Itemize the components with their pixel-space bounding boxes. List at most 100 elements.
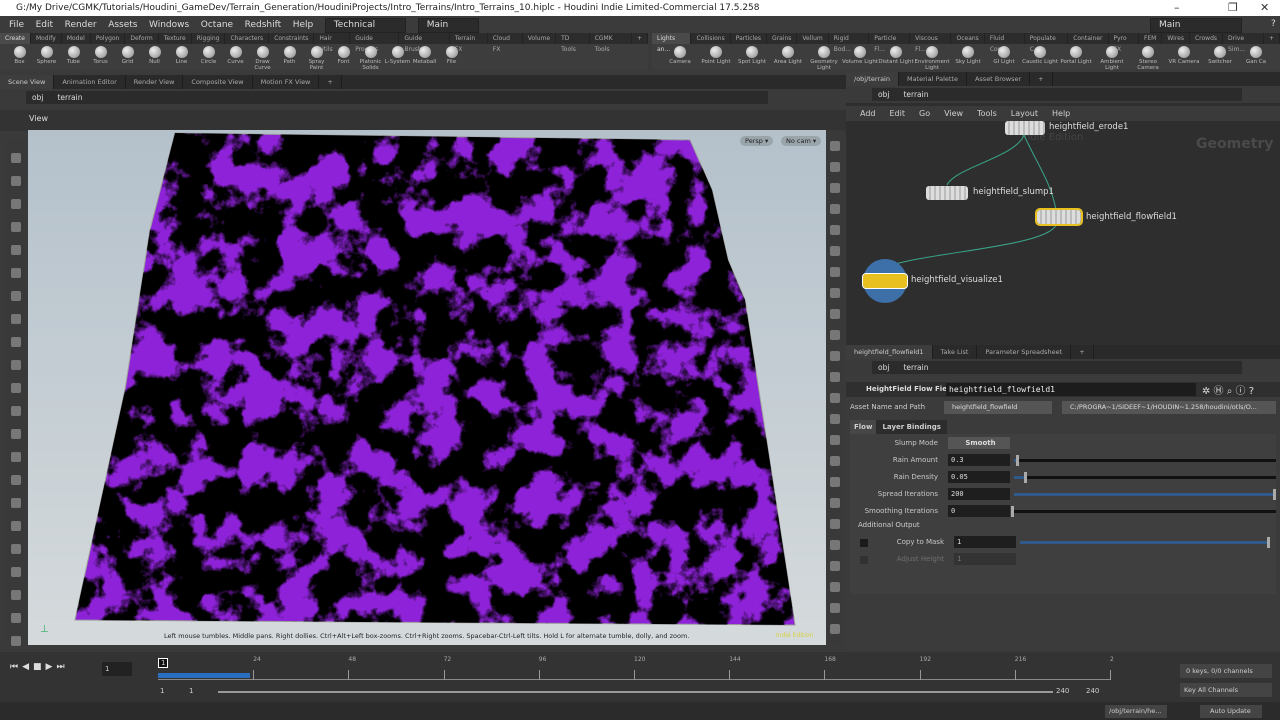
tool-spot-light[interactable]: Spot Light xyxy=(734,44,770,65)
tool-icon[interactable] xyxy=(11,406,21,416)
tool-icon[interactable] xyxy=(11,636,21,646)
tool-icon[interactable] xyxy=(11,613,21,623)
smoothing-iterations-slider[interactable] xyxy=(1011,506,1276,517)
desktop-main-select[interactable]: Main xyxy=(417,18,480,33)
playback-controls[interactable]: ⏮◀■▶⏭ xyxy=(10,662,69,672)
tool-gi-light[interactable]: GI Light xyxy=(986,44,1022,65)
tab-fem[interactable]: FEM xyxy=(1139,33,1163,44)
tool-draw-curve[interactable]: Draw Curve xyxy=(249,44,276,71)
tab-polygon[interactable]: Polygon xyxy=(91,33,126,44)
tool-icon[interactable] xyxy=(11,176,21,186)
persp-menu[interactable]: Persp ▾ xyxy=(740,136,774,146)
tool-icon[interactable] xyxy=(830,477,840,487)
tool-icon[interactable] xyxy=(830,183,840,193)
tool-environment-light[interactable]: Environment Light xyxy=(914,44,950,71)
camera-menu[interactable]: No cam ▾ xyxy=(781,136,822,146)
tab-volume[interactable]: Volume xyxy=(523,33,557,44)
tab-particles[interactable]: Particles xyxy=(731,33,768,44)
tool-icon[interactable] xyxy=(830,246,840,256)
node-heightfield-slump1[interactable] xyxy=(926,186,968,200)
tool-portal-light[interactable]: Portal Light xyxy=(1058,44,1094,65)
tab-rigid-bod-[interactable]: Rigid Bod... xyxy=(829,33,870,53)
desktop-select[interactable]: Technical xyxy=(324,18,407,33)
tool-torus[interactable]: Torus xyxy=(87,44,114,65)
tab-heightfield-flowfield1[interactable]: heightfield_flowfield1 xyxy=(846,345,933,359)
tool-icon[interactable] xyxy=(11,544,21,554)
tool-curve[interactable]: Curve xyxy=(222,44,249,65)
tool-icon[interactable] xyxy=(830,330,840,340)
rain-density-slider[interactable] xyxy=(1014,472,1276,483)
tool-platonic-solids[interactable]: Platonic Solids xyxy=(357,44,384,71)
tool-icon[interactable] xyxy=(11,153,21,163)
tab-container[interactable]: Container xyxy=(1068,33,1109,44)
copy-to-mask-field[interactable]: 1 xyxy=(954,536,1016,548)
tool-font[interactable]: Font xyxy=(330,44,357,65)
tab-td-tools[interactable]: TD Tools xyxy=(556,33,590,53)
path-terrain[interactable]: terrain xyxy=(903,363,928,372)
tool-tube[interactable]: Tube xyxy=(60,44,87,65)
tab-terrain-fx[interactable]: Terrain FX xyxy=(450,33,488,53)
tool-icon[interactable] xyxy=(830,225,840,235)
tool-icon[interactable] xyxy=(830,372,840,382)
tool-distant-light[interactable]: Distant Light xyxy=(878,44,914,65)
tool-stereo-camera[interactable]: Stereo Camera xyxy=(1130,44,1166,71)
tab-flow[interactable]: Flow xyxy=(850,420,877,434)
rain-amount-slider[interactable] xyxy=(1014,455,1276,466)
smoothing-iterations-field[interactable]: 0 xyxy=(948,505,1010,517)
tool-icon[interactable] xyxy=(11,314,21,324)
node-heightfield-erode1[interactable] xyxy=(1005,121,1045,135)
tab-create[interactable]: Create xyxy=(0,33,31,44)
tab-grains[interactable]: Grains xyxy=(767,33,798,44)
menu-assets[interactable]: Assets xyxy=(108,20,137,30)
tool-ambient-light[interactable]: Ambient Light xyxy=(1094,44,1130,71)
slump-mode-select[interactable]: Smooth xyxy=(948,437,1010,449)
tool-vr-camera[interactable]: VR Camera xyxy=(1166,44,1202,65)
timeline-scrubber[interactable]: 1 24 48 72 96 120 144 168 192 216 2 xyxy=(158,656,1114,680)
key-all-channels-button[interactable]: Key All Channels xyxy=(1180,683,1272,697)
desktop-right-select[interactable]: Main xyxy=(1150,18,1242,33)
tool-camera[interactable]: Camera xyxy=(662,44,698,65)
tool-icon[interactable] xyxy=(11,222,21,232)
tab-wires[interactable]: Wires xyxy=(1162,33,1190,44)
scene-path-bar[interactable]: obj terrain xyxy=(26,91,768,104)
tool-icon[interactable] xyxy=(830,624,840,634)
tab--[interactable]: + xyxy=(319,75,342,89)
tool-l-system[interactable]: L-System xyxy=(384,44,411,65)
tool-icon[interactable] xyxy=(830,309,840,319)
tool-icon[interactable] xyxy=(11,567,21,577)
tab-pyro-fx[interactable]: Pyro FX xyxy=(1109,33,1139,53)
tab-populate-c-[interactable]: Populate C... xyxy=(1025,33,1069,53)
tool-icon[interactable] xyxy=(11,268,21,278)
tool-icon[interactable] xyxy=(11,498,21,508)
node-name-field[interactable]: heightfield_flowfield1 xyxy=(946,383,1196,396)
spread-iterations-field[interactable]: 200 xyxy=(948,488,1010,500)
playhead[interactable]: 1 xyxy=(158,658,169,668)
tool-caustic-light[interactable]: Caustic Light xyxy=(1022,44,1058,65)
param-path-bar[interactable]: obj terrain xyxy=(872,361,1242,374)
tool-sphere[interactable]: Sphere xyxy=(33,44,60,65)
asset-path-select[interactable]: C:/PROGRA~1/SIDEEF~1/HOUDIN~1.258/houdin… xyxy=(1062,401,1276,414)
tab-guide-brushes[interactable]: Guide Brushes xyxy=(399,33,450,53)
tab-cgmk-tools[interactable]: CGMK Tools xyxy=(590,33,632,53)
copy-to-mask-slider[interactable] xyxy=(1020,537,1270,548)
path-obj[interactable]: obj xyxy=(32,93,43,102)
tab-scene-view[interactable]: Scene View xyxy=(0,75,55,89)
tool-icon[interactable] xyxy=(830,561,840,571)
tab-collisions[interactable]: Collisions xyxy=(691,33,731,44)
copy-to-mask-checkbox[interactable] xyxy=(860,539,868,547)
current-frame-field[interactable]: 1 xyxy=(102,662,132,676)
tool-box[interactable]: Box xyxy=(6,44,33,65)
tool-geometry-light[interactable]: Geometry Light xyxy=(806,44,842,71)
tool-sky-light[interactable]: Sky Light xyxy=(950,44,986,65)
tool-icon[interactable] xyxy=(11,383,21,393)
tool-icon[interactable] xyxy=(11,452,21,462)
tool-icon[interactable] xyxy=(830,582,840,592)
tab-layer-bindings[interactable]: Layer Bindings xyxy=(876,420,947,434)
tab-particle-fl-[interactable]: Particle Fl... xyxy=(869,33,911,53)
tab-render-view[interactable]: Render View xyxy=(126,75,184,89)
tab-oceans[interactable]: Oceans xyxy=(951,33,985,44)
tool-icon[interactable] xyxy=(830,393,840,403)
help-icon[interactable]: ? xyxy=(1271,16,1276,33)
tool-icon[interactable] xyxy=(11,291,21,301)
tab-lights-an-[interactable]: Lights an... xyxy=(652,33,692,53)
